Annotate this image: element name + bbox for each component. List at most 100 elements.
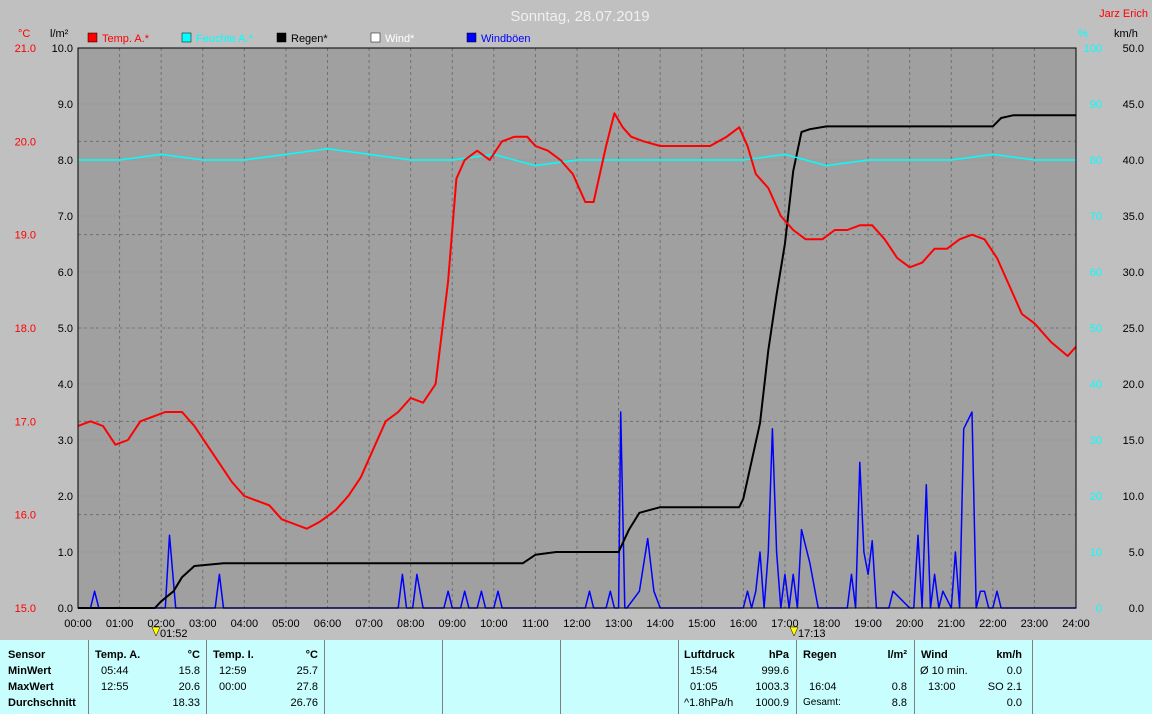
rain-unit-label: l/m² (50, 28, 69, 40)
col-separator (678, 640, 679, 714)
x-tick-label: 22:00 (979, 618, 1007, 630)
x-tick-label: 23:00 (1021, 618, 1049, 630)
rain-tick-label: 7.0 (58, 211, 73, 223)
rain-max-value: 0.8 (891, 681, 907, 693)
hum-tick-label: 10 (1090, 547, 1102, 559)
temp-i-avg-value: 26.76 (290, 697, 318, 709)
rain-max-time: 16:04 (809, 681, 837, 693)
wind-tick-label: 25.0 (1123, 323, 1144, 335)
temp-i-min-value: 25.7 (296, 665, 318, 677)
x-tick-label: 21:00 (937, 618, 965, 630)
hum-tick-label: 0 (1096, 603, 1102, 615)
hum-tick-label: 60 (1090, 267, 1102, 279)
legend-swatch (181, 32, 192, 43)
col-separator (560, 640, 561, 714)
legend-label: Temp. A.* (102, 33, 150, 45)
pressure-avg-value: 1000.9 (755, 697, 789, 709)
hum-unit-label: % (1078, 28, 1088, 40)
x-tick-label: 01:00 (106, 618, 134, 630)
rain-total-label: Gesamt: (803, 697, 841, 708)
wind-tick-label: 10.0 (1123, 491, 1144, 503)
rain-tick-label: 6.0 (58, 267, 73, 279)
rain-header: Regen (803, 649, 837, 661)
temp-a-max-time: 12:55 (101, 681, 129, 693)
x-tick-label: 14:00 (646, 618, 674, 630)
author-label: Jarz Erich (1099, 8, 1148, 20)
hum-tick-label: 30 (1090, 435, 1102, 447)
legend-label: Wind* (385, 33, 415, 45)
temp-tick-label: 17.0 (15, 416, 36, 428)
marker-1: 01:52 (151, 626, 188, 640)
row-label-max: MaxWert (8, 681, 54, 693)
wind-unit-label: km/h (1114, 28, 1138, 40)
wind-tick-label: 40.0 (1123, 155, 1144, 167)
rain-tick-label: 5.0 (58, 323, 73, 335)
hum-tick-label: 100 (1084, 43, 1102, 55)
legend-swatch (466, 32, 477, 43)
wind-tick-label: 0.0 (1129, 603, 1144, 615)
temp-i-max-value: 27.8 (296, 681, 318, 693)
temp-a-min-value: 15.8 (178, 665, 200, 677)
temp-a-header: Temp. A. (95, 649, 141, 661)
x-tick-label: 20:00 (896, 618, 924, 630)
temp-a-max-value: 20.6 (178, 681, 200, 693)
temp-tick-label: 16.0 (15, 510, 36, 522)
wind-tick-label: 15.0 (1123, 435, 1144, 447)
x-tick-label: 15:00 (688, 618, 716, 630)
x-tick-label: 16:00 (730, 618, 758, 630)
legend: Temp. A.* Feuchte A.* Regen* Wind* Windböen (87, 32, 531, 45)
pressure-max-value: 1003.3 (755, 681, 789, 693)
marker-2-icon (789, 626, 799, 637)
temp-tick-label: 18.0 (15, 323, 36, 335)
col-separator (324, 640, 325, 714)
temp-i-max-time: 00:00 (219, 681, 247, 693)
chart-title: Sonntag, 28.07.2019 (510, 8, 649, 25)
pressure-min-time: 15:54 (690, 665, 718, 677)
wind-tick-label: 30.0 (1123, 267, 1144, 279)
hum-tick-label: 70 (1090, 211, 1102, 223)
x-tick-label: 03:00 (189, 618, 217, 630)
legend-label: Windböen (481, 33, 531, 45)
weather-chart: 00:00 01:00 02:00 03:00 04:00 05:00 06:00 07:00… (15, 8, 1148, 640)
legend-swatch (276, 32, 287, 43)
wind-avg-label: Ø 10 min. (920, 665, 968, 677)
x-tick-label: 09:00 (438, 618, 466, 630)
pressure-unit: hPa (768, 649, 789, 661)
x-tick-label: 10:00 (480, 618, 508, 630)
legend-label: Regen* (291, 33, 328, 45)
wind-avg-value: 0.0 (1006, 665, 1022, 677)
col-separator (442, 640, 443, 714)
pressure-trend: ^1.8hPa/h (684, 697, 734, 709)
col-separator (206, 640, 207, 714)
x-tick-label: 24:00 (1062, 618, 1090, 630)
col-separator (88, 640, 89, 714)
wind-tick-label: 35.0 (1123, 211, 1144, 223)
rain-tick-label: 10.0 (52, 43, 73, 55)
wind-tick-label: 20.0 (1123, 379, 1144, 391)
temp-i-min-time: 12:59 (219, 665, 247, 677)
temp-tick-label: 20.0 (15, 136, 36, 148)
temp-tick-label: 15.0 (15, 603, 36, 615)
rain-tick-label: 2.0 (58, 491, 73, 503)
x-tick-label: 13:00 (605, 618, 633, 630)
temp-a-avg-value: 18.33 (172, 697, 200, 709)
stats-table: Sensor MinWert MaxWert Durchschnitt Temp… (0, 640, 1152, 714)
marker-2-label: 17:13 (798, 628, 826, 640)
hum-tick-label: 20 (1090, 491, 1102, 503)
temp-unit-label: °C (18, 28, 30, 40)
wind-max-time: 13:00 (928, 681, 956, 693)
temp-i-unit: °C (305, 649, 318, 661)
temp-a-min-time: 05:44 (101, 665, 129, 677)
wind-tick-label: 50.0 (1123, 43, 1144, 55)
wind-tick-label: 45.0 (1123, 99, 1144, 111)
legend-swatch (87, 32, 98, 43)
x-tick-label: 04:00 (231, 618, 259, 630)
marker-1-icon (151, 626, 161, 637)
x-tick-label: 05:00 (272, 618, 300, 630)
x-tick-label: 06:00 (314, 618, 342, 630)
temp-i-header: Temp. I. (213, 649, 254, 661)
pressure-header: Luftdruck (684, 649, 735, 661)
hum-tick-label: 80 (1090, 155, 1102, 167)
hum-tick-label: 90 (1090, 99, 1102, 111)
rain-tick-label: 8.0 (58, 155, 73, 167)
